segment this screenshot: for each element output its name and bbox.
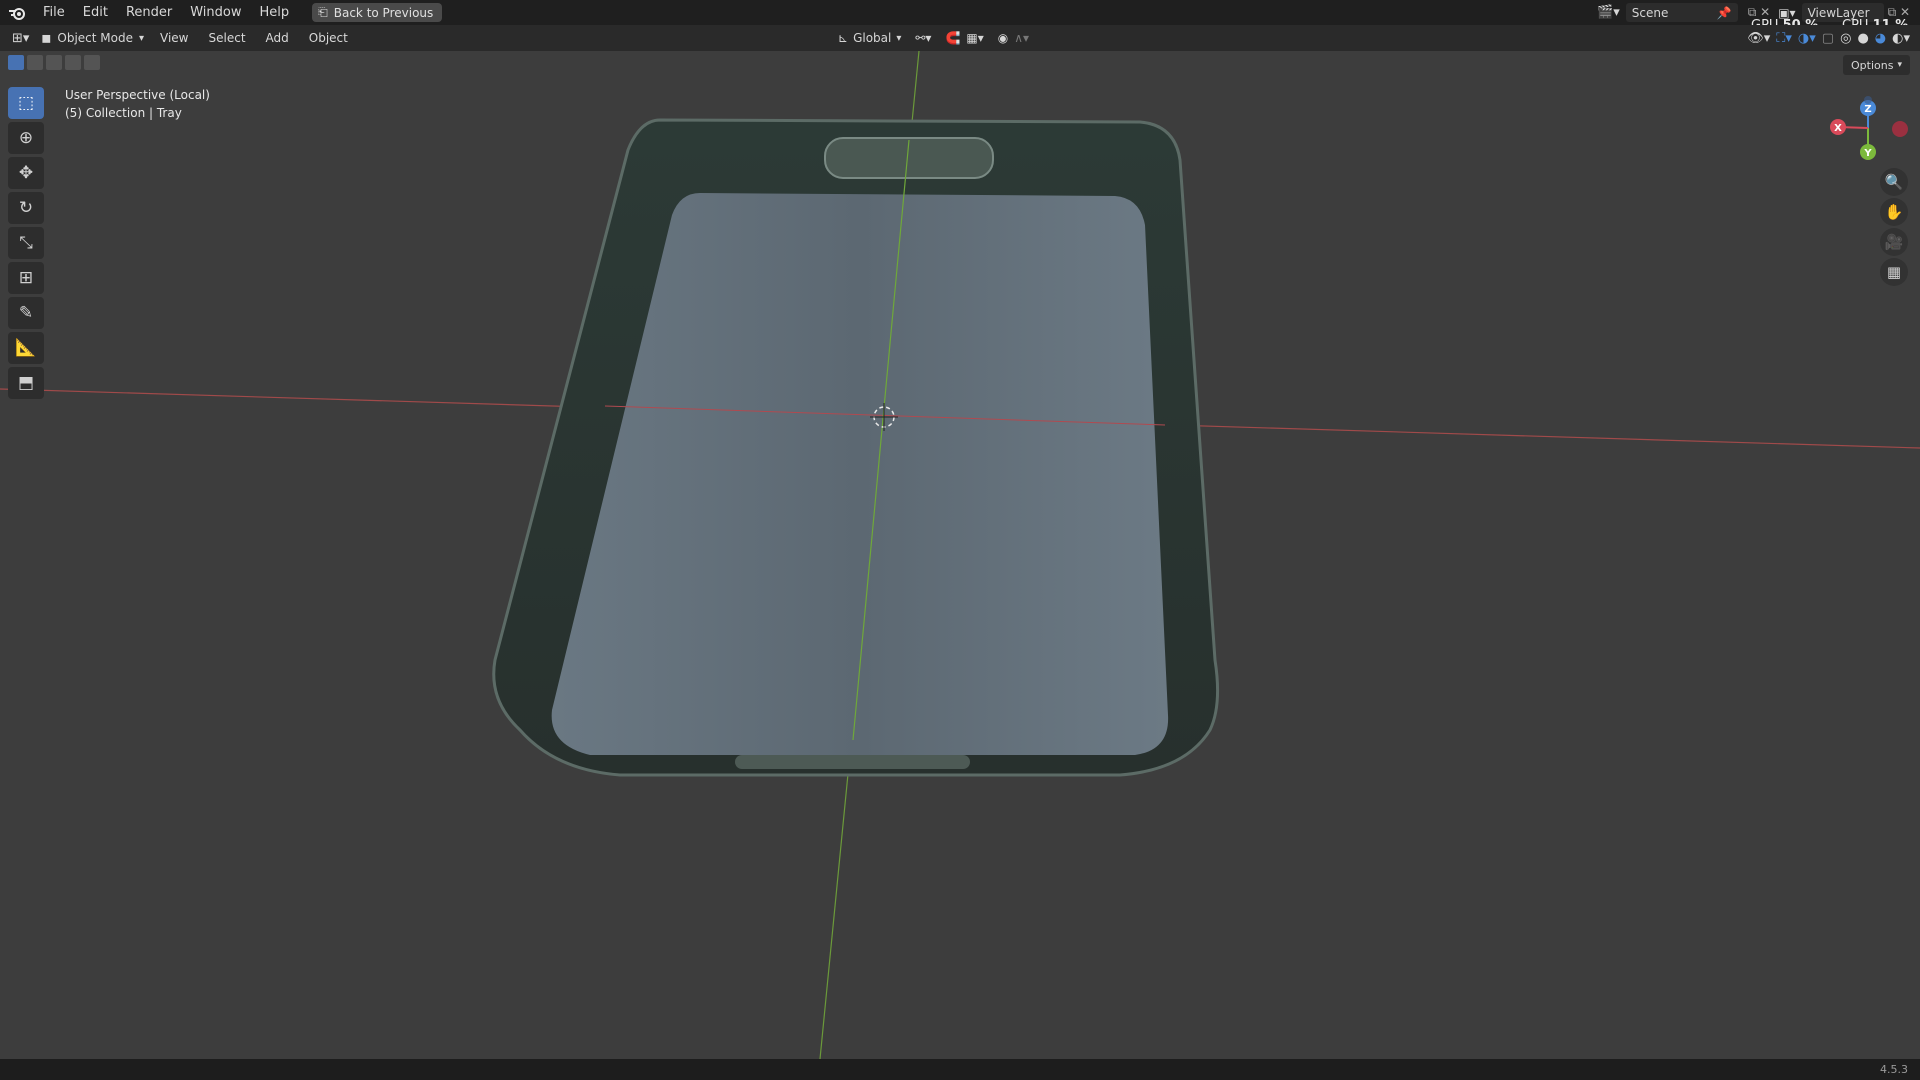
- gizmo-toggle-icon[interactable]: ⛶▾: [1776, 31, 1792, 46]
- mode-selector[interactable]: ◼ Object Mode ▾: [35, 28, 150, 48]
- 3d-viewport[interactable]: [0, 51, 1920, 1059]
- collection-label: (5) Collection | Tray: [65, 106, 182, 120]
- gizmo-x-label: X: [1834, 123, 1842, 134]
- tool-shelf: ⬚ ⊕ ✥ ↻ ⤡ ⊞ ✎ 📐 ⬒: [8, 84, 48, 402]
- camera-view-icon[interactable]: 🎥: [1880, 228, 1908, 256]
- gizmo-z-label: Z: [1864, 104, 1871, 115]
- proportional-edit-icon[interactable]: ◉: [998, 31, 1008, 45]
- gizmo-neg-z-axis[interactable]: [1864, 96, 1872, 104]
- scene-selector[interactable]: Scene 📌: [1625, 3, 1738, 22]
- navigation-gizmo[interactable]: Z Y X: [1818, 90, 1918, 170]
- snap-icon[interactable]: 🧲: [945, 31, 960, 45]
- wireframe-shading-icon[interactable]: ◎: [1840, 31, 1851, 46]
- header-menu-select[interactable]: Select: [199, 25, 256, 51]
- mode-label: Object Mode: [57, 31, 133, 45]
- chevron-down-icon: ▾: [138, 32, 145, 44]
- menu-window[interactable]: Window: [181, 0, 250, 25]
- rendered-shading-icon[interactable]: ◐▾: [1892, 31, 1910, 46]
- grid-perspective-icon[interactable]: ▦: [1880, 258, 1908, 286]
- header-menu-view[interactable]: View: [150, 25, 198, 51]
- blender-logo-icon[interactable]: [0, 0, 34, 25]
- scene-name: Scene: [1631, 5, 1669, 20]
- chevron-down-icon[interactable]: ▾: [896, 33, 901, 44]
- status-bar: [0, 1059, 1920, 1080]
- falloff-icon[interactable]: ∧▾: [1014, 31, 1029, 45]
- xray-icon[interactable]: ▢: [1822, 31, 1834, 46]
- viewport-scene: [0, 51, 1920, 1059]
- material-shading-icon[interactable]: ◕: [1875, 31, 1886, 46]
- visibility-icon[interactable]: 👁▾: [1747, 31, 1770, 46]
- orientation-selector[interactable]: Global: [853, 31, 891, 45]
- annotate-tool-icon[interactable]: ✎: [8, 297, 44, 329]
- select-intersect-icon[interactable]: [84, 55, 100, 70]
- back-to-previous-button[interactable]: ⎗ Back to Previous: [312, 3, 443, 22]
- version-label: 4.5.3: [1880, 1063, 1908, 1076]
- back-button-label: Back to Previous: [333, 5, 434, 20]
- menu-help[interactable]: Help: [251, 0, 299, 25]
- pan-hand-icon[interactable]: ✋: [1880, 198, 1908, 226]
- solid-shading-icon[interactable]: ●: [1857, 31, 1868, 46]
- options-dropdown[interactable]: Options ▾: [1843, 55, 1910, 75]
- transform-tool-icon[interactable]: ⊞: [8, 262, 44, 294]
- chevron-down-icon: ▾: [1897, 60, 1902, 70]
- orientation-icon: ⊾: [838, 31, 849, 45]
- pin-icon[interactable]: 📌: [1717, 6, 1732, 20]
- select-box-tool-icon[interactable]: ⬚: [8, 87, 44, 119]
- gizmo-neg-x-axis[interactable]: [1892, 121, 1908, 137]
- viewport-info: User Perspective (Local) (5) Collection …: [65, 86, 210, 122]
- scale-tool-icon[interactable]: ⤡: [8, 227, 44, 259]
- editor-type-icon[interactable]: ⊞▾: [12, 31, 29, 46]
- viewport-shading-tools: 👁▾ ⛶▾ ◑▾ ▢ ◎ ● ◕ ◐▾: [1747, 25, 1910, 51]
- select-subtract-icon[interactable]: [46, 55, 62, 70]
- add-cube-tool-icon[interactable]: ⬒: [8, 367, 44, 399]
- zoom-icon[interactable]: 🔍: [1880, 168, 1908, 196]
- gizmo-y-label: Y: [1863, 148, 1872, 159]
- measure-tool-icon[interactable]: 📐: [8, 332, 44, 364]
- scene-icon[interactable]: 🎬▾: [1597, 5, 1620, 20]
- overlays-icon[interactable]: ◑▾: [1798, 31, 1816, 46]
- transform-tools: ⊾ Global ▾ ⚯▾ 🧲 ▦▾ ◉ ∧▾: [838, 25, 1029, 51]
- back-icon: ⎗: [318, 5, 328, 19]
- move-tool-icon[interactable]: ✥: [8, 157, 44, 189]
- rotate-tool-icon[interactable]: ↻: [8, 192, 44, 224]
- menu-file[interactable]: File: [34, 0, 74, 25]
- tray-handle-bottom: [735, 755, 970, 769]
- object-mode-icon: ◼: [41, 31, 52, 45]
- select-invert-icon[interactable]: [65, 55, 81, 70]
- menu-edit[interactable]: Edit: [74, 0, 117, 25]
- pivot-icon[interactable]: ⚯▾: [915, 31, 931, 45]
- perspective-label: User Perspective (Local): [65, 88, 210, 102]
- cursor-tool-icon[interactable]: ⊕: [8, 122, 44, 154]
- header-menu-add[interactable]: Add: [256, 25, 299, 51]
- selection-modes: [8, 55, 100, 70]
- select-extend-icon[interactable]: [27, 55, 43, 70]
- header-menu-object[interactable]: Object: [299, 25, 358, 51]
- snap-grid-icon[interactable]: ▦▾: [966, 31, 983, 45]
- select-new-icon[interactable]: [8, 55, 24, 70]
- options-label: Options: [1851, 58, 1894, 72]
- menu-render[interactable]: Render: [117, 0, 181, 25]
